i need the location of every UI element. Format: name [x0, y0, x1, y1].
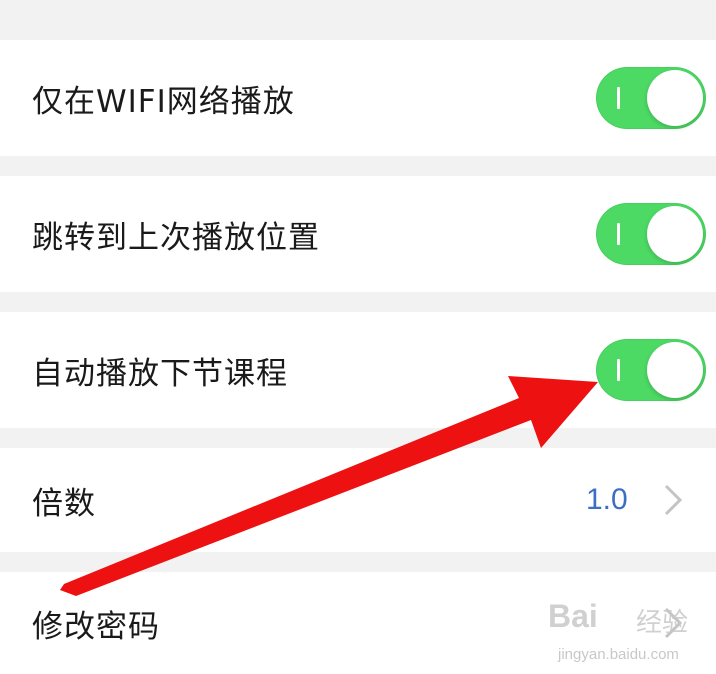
watermark-logo: Bai — [548, 598, 598, 634]
toggle-on-indicator — [617, 87, 620, 109]
autoplay-next-label: 自动播放下节课程 — [32, 355, 288, 392]
chevron-right-icon — [664, 484, 683, 516]
watermark-url: jingyan.baidu.com — [558, 646, 679, 663]
toggle-on-indicator — [617, 359, 620, 381]
settings-row-wifi-only: 仅在WIFI网络播放 — [0, 40, 716, 156]
settings-row-resume-position: 跳转到上次播放位置 — [0, 176, 716, 292]
toggle-on-indicator — [617, 223, 620, 245]
wifi-only-label: 仅在WIFI网络播放 — [32, 83, 295, 120]
change-password-label: 修改密码 — [32, 608, 160, 645]
toggle-knob — [647, 342, 703, 398]
toggle-knob — [647, 70, 703, 126]
autoplay-next-toggle[interactable] — [596, 339, 706, 401]
baidu-watermark: Bai 经验 jingyan.baidu.com — [540, 590, 716, 674]
wifi-only-toggle[interactable] — [596, 67, 706, 129]
speed-value: 1.0 — [586, 483, 628, 516]
settings-row-speed[interactable]: 倍数 1.0 — [0, 448, 716, 552]
settings-row-autoplay-next: 自动播放下节课程 — [0, 312, 716, 428]
speed-label: 倍数 — [32, 485, 96, 522]
resume-position-toggle[interactable] — [596, 203, 706, 265]
toggle-knob — [647, 206, 703, 262]
resume-position-label: 跳转到上次播放位置 — [32, 219, 320, 256]
watermark-cn: 经验 — [636, 608, 689, 638]
